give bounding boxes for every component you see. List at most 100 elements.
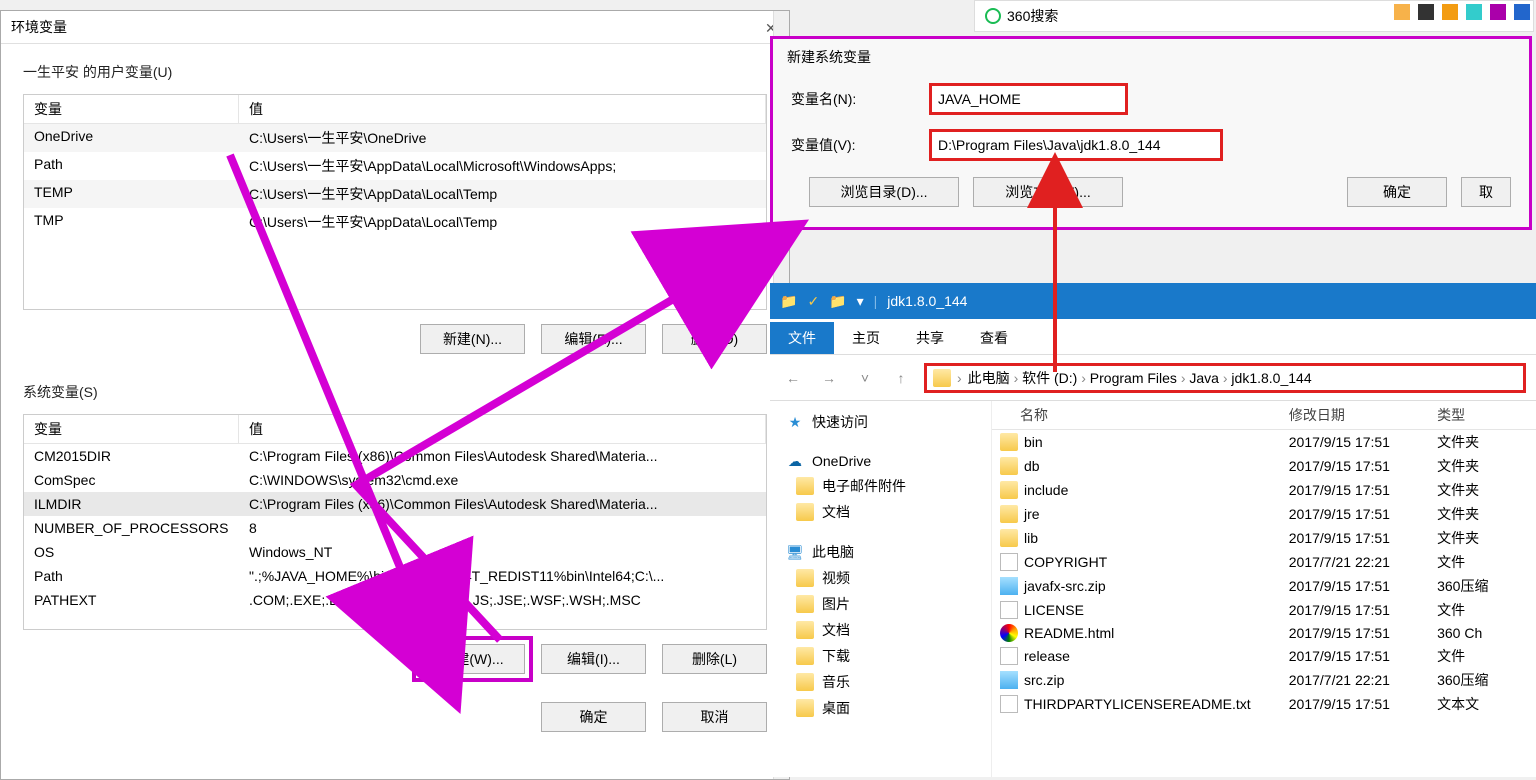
sidebar-item[interactable]: 文档 [776, 499, 985, 525]
window-title: jdk1.8.0_144 [887, 293, 967, 309]
table-row[interactable]: OSWindows_NT [24, 540, 766, 564]
breadcrumb-item[interactable]: Java [1189, 370, 1219, 386]
sidebar-item-thispc[interactable]: 🖥此电脑 [776, 539, 985, 565]
edit-user-var-button[interactable]: 编辑(E)... [541, 324, 646, 354]
delete-sys-var-button[interactable]: 删除(L) [662, 644, 767, 674]
sidebar-item[interactable]: 图片 [776, 591, 985, 617]
new-sys-var-button[interactable]: 新建(W)... [420, 644, 525, 674]
cancel-button[interactable]: 取 [1461, 177, 1511, 207]
system-vars-table: 变量 值 CM2015DIRC:\Program Files (x86)\Com… [23, 414, 767, 630]
file-explorer: 📁 ✓ 📁 ▾ | jdk1.8.0_144 文件 主页 共享 查看 ← → ˅… [770, 283, 1536, 777]
back-icon[interactable]: ← [780, 370, 806, 386]
list-item[interactable]: javafx-src.zip 2017/9/15 17:51360压缩 [992, 574, 1536, 598]
list-item[interactable]: src.zip 2017/7/21 22:21360压缩 [992, 668, 1536, 692]
tab-share[interactable]: 共享 [898, 322, 962, 354]
sidebar-item[interactable]: 下载 [776, 643, 985, 669]
sidebar-item[interactable]: 音乐 [776, 669, 985, 695]
history-icon[interactable]: ˅ [852, 370, 878, 386]
table-row[interactable]: Path".;%JAVA_HOME%\bin;";%C_EM64T_REDIST… [24, 564, 766, 588]
table-row[interactable]: CM2015DIRC:\Program Files (x86)\Common F… [24, 444, 766, 468]
folder-icon [1000, 433, 1018, 451]
file-icon [1000, 553, 1018, 571]
tab-file[interactable]: 文件 [770, 322, 834, 354]
breadcrumb-item[interactable]: Program Files [1090, 370, 1177, 386]
table-row[interactable]: ComSpecC:\WINDOWS\system32\cmd.exe [24, 468, 766, 492]
list-item[interactable]: include 2017/9/15 17:51文件夹 [992, 478, 1536, 502]
new-user-var-button[interactable]: 新建(N)... [420, 324, 525, 354]
list-item[interactable]: bin 2017/9/15 17:51文件夹 [992, 430, 1536, 454]
col-type[interactable]: 类型 [1437, 405, 1536, 425]
ok-button[interactable]: 确定 [541, 702, 646, 732]
col-date[interactable]: 修改日期 [1289, 405, 1437, 425]
sidebar-item-quickaccess[interactable]: ★快速访问 [776, 409, 985, 435]
folder-icon [1000, 457, 1018, 475]
cancel-button[interactable]: 取消 [662, 702, 767, 732]
folder-icon [1000, 505, 1018, 523]
zip-icon [1000, 577, 1018, 595]
var-name-label: 变量名(N): [791, 89, 911, 109]
folder-icon: 📁 [780, 293, 797, 310]
browser-tab-label: 360搜索 [1007, 6, 1058, 26]
var-value-label: 变量值(V): [791, 135, 911, 155]
folder-icon [933, 369, 951, 387]
var-value-input[interactable] [931, 131, 1221, 159]
file-icon [1000, 601, 1018, 619]
table-row[interactable]: NUMBER_OF_PROCESSORS8 [24, 516, 766, 540]
var-name-input[interactable] [931, 85, 1126, 113]
table-row[interactable]: PATHEXT.COM;.EXE;.BAT;.CMD;.VBS;.VBE;.JS… [24, 588, 766, 612]
table-row[interactable]: TEMPC:\Users\一生平安\AppData\Local\Temp [24, 180, 766, 208]
table-row[interactable]: OneDriveC:\Users\一生平安\OneDrive [24, 124, 766, 152]
ok-button[interactable]: 确定 [1347, 177, 1447, 207]
header-variable[interactable]: 变量 [24, 95, 239, 123]
breadcrumb-item[interactable]: jdk1.8.0_144 [1231, 370, 1311, 386]
address-bar[interactable]: › 此电脑 › 软件 (D:) › Program Files › Java ›… [924, 363, 1526, 393]
breadcrumb-item[interactable]: 软件 (D:) [1022, 370, 1077, 386]
list-item[interactable]: README.html 2017/9/15 17:51360 Ch [992, 622, 1536, 644]
chevron-down-icon[interactable]: ▾ [857, 293, 864, 310]
list-item[interactable]: release 2017/9/15 17:51文件 [992, 644, 1536, 668]
tab-home[interactable]: 主页 [834, 322, 898, 354]
explorer-titlebar: 📁 ✓ 📁 ▾ | jdk1.8.0_144 [770, 283, 1536, 319]
list-item[interactable]: THIRDPARTYLICENSEREADME.txt 2017/9/15 17… [992, 692, 1536, 716]
file-icon [1000, 695, 1018, 713]
sidebar-item[interactable]: 视频 [776, 565, 985, 591]
folder-icon [1000, 529, 1018, 547]
file-icon [1000, 647, 1018, 665]
col-name[interactable]: 名称 [992, 405, 1289, 425]
header-value[interactable]: 值 [239, 415, 766, 443]
browse-dir-button[interactable]: 浏览目录(D)... [809, 177, 959, 207]
up-icon[interactable]: ↑ [888, 370, 914, 386]
favicon-icon [985, 8, 1001, 24]
ribbon: 文件 主页 共享 查看 [770, 319, 1536, 355]
user-vars-label: 一生平安 的用户变量(U) [23, 62, 767, 82]
explorer-sidebar: ★快速访问 ☁OneDrive 电子邮件附件文档 🖥此电脑 视频图片文档下载音乐… [770, 401, 992, 777]
table-row[interactable]: PathC:\Users\一生平安\AppData\Local\Microsof… [24, 152, 766, 180]
sidebar-item[interactable]: 电子邮件附件 [776, 473, 985, 499]
folder-icon: 📁 [829, 293, 846, 310]
zip-icon [1000, 671, 1018, 689]
header-value[interactable]: 值 [239, 95, 766, 123]
table-row[interactable]: TMPC:\Users\一生平安\AppData\Local\Temp [24, 208, 766, 236]
list-item[interactable]: LICENSE 2017/9/15 17:51文件 [992, 598, 1536, 622]
list-item[interactable]: COPYRIGHT 2017/7/21 22:21文件 [992, 550, 1536, 574]
breadcrumb-item[interactable]: 此电脑 [968, 370, 1010, 386]
list-item[interactable]: jre 2017/9/15 17:51文件夹 [992, 502, 1536, 526]
list-item[interactable]: db 2017/9/15 17:51文件夹 [992, 454, 1536, 478]
sidebar-item[interactable]: 桌面 [776, 695, 985, 721]
sidebar-item-onedrive[interactable]: ☁OneDrive [776, 449, 985, 473]
header-variable[interactable]: 变量 [24, 415, 239, 443]
sidebar-item[interactable]: 文档 [776, 617, 985, 643]
edit-sys-var-button[interactable]: 编辑(I)... [541, 644, 646, 674]
tab-view[interactable]: 查看 [962, 322, 1026, 354]
forward-icon[interactable]: → [816, 370, 842, 386]
dialog-titlebar: 环境变量 ✕ [1, 11, 789, 44]
user-vars-table: 变量 值 OneDriveC:\Users\一生平安\OneDrive Path… [23, 94, 767, 310]
environment-variables-dialog: 环境变量 ✕ 一生平安 的用户变量(U) 变量 值 OneDriveC:\Use… [0, 10, 790, 780]
table-row[interactable]: ILMDIRC:\Program Files (x86)\Common File… [24, 492, 766, 516]
delete-user-var-button[interactable]: 删除(D) [662, 324, 767, 354]
list-item[interactable]: lib 2017/9/15 17:51文件夹 [992, 526, 1536, 550]
browse-file-button[interactable]: 浏览文件(F)... [973, 177, 1123, 207]
system-tray [1394, 4, 1530, 20]
dialog-title: 新建系统变量 [773, 39, 1529, 75]
folder-icon [1000, 481, 1018, 499]
